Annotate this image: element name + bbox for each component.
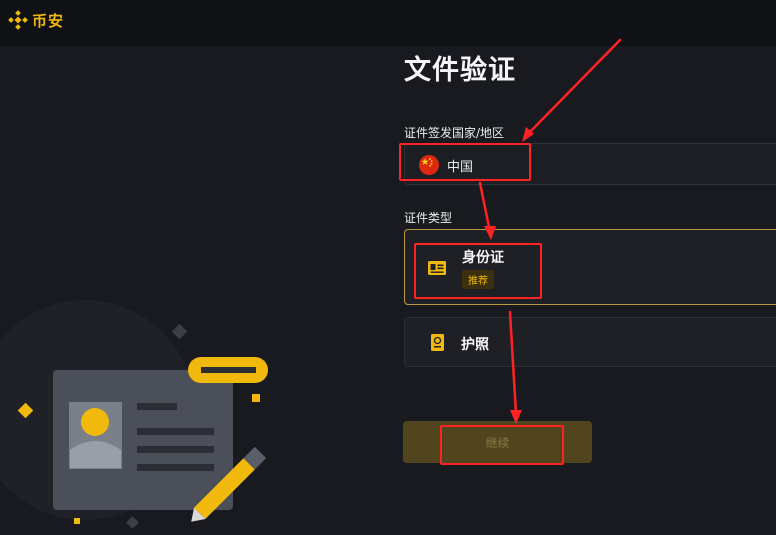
annotation-arrows <box>478 38 622 424</box>
